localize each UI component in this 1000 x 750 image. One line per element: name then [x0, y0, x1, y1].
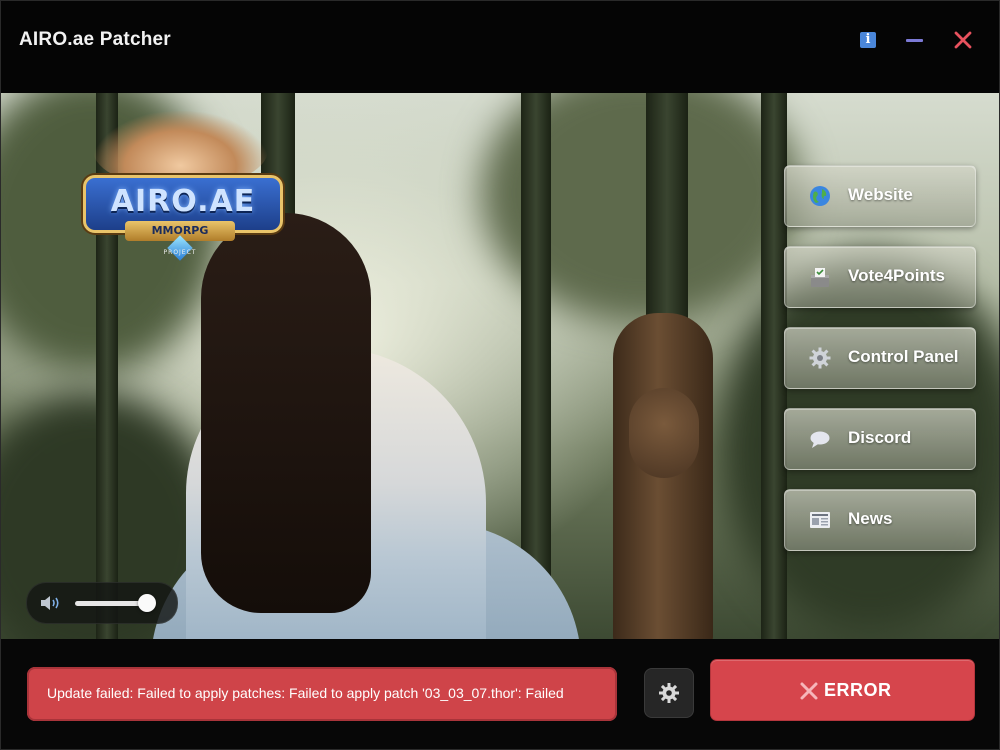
- logo-caption: PROJECT: [163, 249, 197, 256]
- control-panel-label: Control Panel: [848, 347, 959, 366]
- patcher-window: AIRO.ae Patcher i AIRO.AE MMORPG PROJECT…: [0, 0, 1000, 750]
- info-icon: i: [860, 32, 876, 48]
- game-logo: AIRO.AE MMORPG PROJECT: [75, 101, 285, 261]
- ballot-box-icon: [811, 268, 829, 287]
- close-icon: [954, 31, 972, 49]
- info-button[interactable]: i: [853, 25, 883, 55]
- speech-bubble-icon: [810, 431, 830, 448]
- error-label: ERROR: [824, 680, 892, 700]
- website-label: Website: [848, 185, 913, 204]
- website-button[interactable]: Website: [784, 165, 976, 227]
- discord-label: Discord: [848, 428, 912, 447]
- status-message-box: Update failed: Failed to apply patches: …: [27, 667, 617, 721]
- news-label: News: [848, 509, 893, 528]
- discord-button[interactable]: Discord: [784, 408, 976, 470]
- gear-icon: [809, 347, 831, 369]
- status-message: Update failed: Failed to apply patches: …: [47, 685, 564, 701]
- minimize-icon: [906, 39, 923, 42]
- gear-icon: [659, 683, 679, 703]
- vote4points-button[interactable]: Vote4Points: [784, 246, 976, 308]
- news-button[interactable]: News: [784, 489, 976, 551]
- volume-control: [26, 582, 178, 624]
- minimize-button[interactable]: [900, 25, 930, 55]
- speaker-icon[interactable]: [40, 595, 62, 611]
- globe-icon: [810, 186, 830, 206]
- logo-title: AIRO.AE: [110, 184, 256, 219]
- vote4points-label: Vote4Points: [848, 266, 945, 285]
- x-icon: [800, 682, 818, 700]
- control-panel-button[interactable]: Control Panel: [784, 327, 976, 389]
- girl-hair: [201, 213, 371, 613]
- newspaper-icon: [810, 512, 830, 528]
- title-bar[interactable]: AIRO.ae Patcher i: [1, 1, 999, 93]
- app-title: AIRO.ae Patcher: [19, 29, 171, 50]
- volume-slider-handle[interactable]: [138, 594, 156, 612]
- totem-face: [629, 388, 699, 478]
- error-button[interactable]: ERROR: [711, 660, 974, 720]
- close-button[interactable]: [948, 25, 978, 55]
- settings-button[interactable]: [644, 668, 694, 718]
